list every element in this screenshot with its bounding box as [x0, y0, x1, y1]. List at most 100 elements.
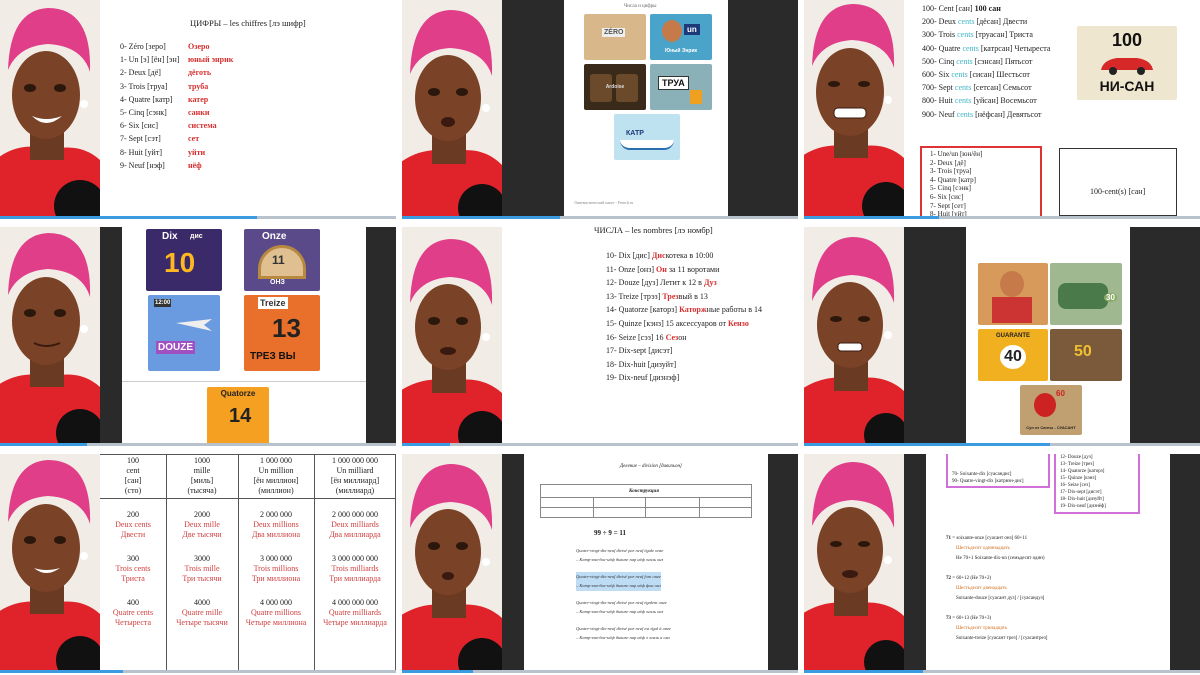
teen-association: Каторж	[679, 305, 707, 315]
construction-table: Конструкция	[540, 484, 752, 518]
hundreds-russian: [дёсан] Двести	[974, 17, 1028, 27]
french-cell: Trois cents	[115, 564, 151, 573]
teen-association: Дис	[651, 251, 666, 260]
french-cell: Quatre millions	[251, 608, 301, 617]
hundreds-french: 600- Six	[922, 70, 952, 79]
box-row: 17- Dix-sept [дисэт]	[1060, 490, 1102, 495]
document-page: ЦИФРЫ – les chiffres [лэ шифр] 0- Zéro […	[100, 0, 396, 216]
office-50-image: 50	[1050, 329, 1122, 381]
header-cell: [сан]	[124, 476, 142, 485]
division-line: – Катр-вэн-дис-нёф дивизе пар нёф э эгал…	[576, 635, 670, 640]
progress-fill	[0, 443, 88, 446]
reference-box-2: 12- Douze [дуз] 13- Treize [трез] 14- Quat…	[1054, 454, 1140, 514]
presenter-avatar	[804, 227, 904, 443]
video-progress-bar[interactable]	[804, 670, 1200, 673]
trua-image: ТРУА	[650, 64, 712, 110]
box-row: 12- Douze [дуз]	[1060, 455, 1093, 460]
teen-french: 12- Douze [дуз] Летит к 12 в	[606, 278, 704, 288]
box-row: 2- Deux [дё]	[930, 158, 966, 167]
frame-10-14-images[interactable]: Dix дис 10 Onze 11 ОНЗ 12:00 DOUZE Treiz…	[0, 227, 396, 446]
video-progress-bar[interactable]	[804, 443, 1200, 446]
hundreds-row: 300- Trois cents [труасан] Триста	[922, 30, 1033, 40]
frame-number-images[interactable]: Числа и цифры ZÉRO un Юный Энрик Ardoise…	[402, 0, 798, 219]
frame-large-numbers-table[interactable]: 100 cent [сан] (сто) 1000 mille [миль] (тысяча)…	[0, 454, 396, 673]
box-row: 15- Quinze [кэнз]	[1060, 476, 1097, 481]
teen-association: Дуз	[703, 278, 717, 288]
presenter-avatar	[0, 0, 100, 216]
hundreds-cents: cents	[951, 70, 968, 79]
french-cell: Deux cents	[115, 520, 151, 529]
progress-fill	[0, 216, 258, 219]
video-progress-bar[interactable]	[402, 670, 798, 673]
frame-tens-images[interactable]: 30 GUARANTE 40 50 60 Суп от Санты - СУАС…	[804, 227, 1200, 446]
number-french: 6- Six [сис]	[120, 121, 159, 131]
video-progress-bar[interactable]	[0, 443, 396, 446]
hundreds-row: 500- Cinq cents [сэнсан] Пятьсот	[922, 57, 1032, 67]
number-association: нёф	[188, 160, 202, 170]
header-cell: [миль]	[190, 476, 214, 485]
progress-fill	[402, 216, 561, 219]
frame-seventies[interactable]: 70- Soixante-dix [суасандис] 90- Quatre-v…	[804, 454, 1200, 673]
video-progress-bar[interactable]	[804, 216, 1200, 219]
number-association: санки	[188, 108, 210, 117]
section-eq: = soixante-onze [суасант онз] 60+11	[951, 536, 1028, 541]
presenter-avatar	[402, 454, 502, 670]
frame-numbers-10-19[interactable]: ЧИСЛА – les nombres [лэ номбр] 10- Dix […	[402, 227, 798, 446]
teen-row: 15- Quinze [кэнз] 15 аксессуаров от Кенз…	[606, 319, 749, 329]
hundreds-russian: [труасан] Триста	[973, 30, 1033, 40]
video-progress-bar[interactable]	[0, 216, 396, 219]
number-french: 1- Un [э] [ён] [эн]	[120, 55, 180, 65]
number-cell: 4000	[194, 598, 210, 607]
teen-french: 15- Quinze [кэнз] 15 аксессуаров от	[606, 319, 728, 328]
teen-row: 13- Treize [трэз] Трезвый в 13	[606, 292, 708, 302]
frame-hundreds[interactable]: 100- Cent [сан] 100 сан 200- Deux cents […	[804, 0, 1200, 219]
division-line: – Катр-вэн-дис-нёф дивизе пар нёф фон он…	[576, 581, 661, 591]
section-note: Не 70+1 Soixante-dix-un (семьдесят один)	[956, 556, 1045, 561]
teen-row: 12- Douze [дуз] Летит к 12 в Дуз	[606, 278, 717, 288]
progress-fill	[804, 443, 1050, 446]
page-title: ЧИСЛА – les nombres [лэ номбр]	[594, 227, 713, 235]
frame-numbers-0-9[interactable]: ЦИФРЫ – les chiffres [лэ шифр] 0- Zéro […	[0, 0, 396, 219]
number-cell: 2 000 000 000	[332, 510, 378, 519]
header-cell: 1 000 000	[260, 456, 292, 465]
hundreds-row: 800- Huit cents [уйсан] Восемьсот	[922, 96, 1037, 106]
teen-french: 13- Treize [трэз]	[606, 291, 663, 301]
teen-rest: он	[678, 332, 687, 342]
teen-association: Сез	[665, 332, 679, 342]
number-cell: 2 000 000	[260, 510, 292, 519]
header-cell: (сто)	[124, 486, 142, 495]
russian-cell: Четыре тысячи	[176, 618, 228, 627]
teen-row: 18- Dix-huit [дизуйт]	[606, 360, 676, 370]
russian-cell: Три миллиона	[251, 574, 301, 583]
russian-cell: Два миллиарда	[329, 530, 381, 539]
french-cell: Trois mille	[184, 564, 220, 573]
number-cell: 3 000 000	[260, 554, 292, 563]
number-cell: 2000	[194, 510, 210, 519]
document-page: Dix дис 10 Onze 11 ОНЗ 12:00 DOUZE Treiz…	[122, 227, 366, 443]
santa-60-image: 60 Суп от Санты - СУАСАНТ	[1020, 385, 1082, 435]
teen-french: 18- Dix-huit [дизуйт]	[606, 359, 677, 369]
box-row: 70- Soixante-dix [суасандис]	[952, 472, 1012, 477]
box-row: 13- Treize [трез]	[1060, 462, 1094, 467]
header-cell: Un milliard	[336, 466, 374, 475]
progress-fill	[804, 216, 939, 219]
viewer-background	[366, 227, 396, 443]
video-progress-bar[interactable]	[402, 443, 798, 446]
hundreds-russian: [сэнсан] Пятьсот	[972, 56, 1033, 66]
russian-cell: Двести	[120, 530, 146, 539]
number-association: система	[188, 121, 217, 131]
hundreds-french: 300- Trois	[922, 30, 958, 40]
car-30-image: 30	[1050, 263, 1122, 325]
frame-division[interactable]: Деление – division [дивизьон] Конструкци…	[402, 454, 798, 673]
quatorze-image: Quatorze 14	[207, 387, 269, 443]
teen-row: 17- Dix-sept [дисэт]	[606, 346, 672, 356]
header-cell: mille	[193, 466, 211, 475]
teen-rest: ные работы в 14	[706, 305, 763, 315]
french-cell: Deux milliards	[331, 520, 379, 529]
video-progress-bar[interactable]	[402, 216, 798, 219]
video-progress-bar[interactable]	[0, 670, 396, 673]
teen-rest: вый в 13	[678, 291, 708, 301]
french-cell: Quatre mille	[181, 608, 223, 617]
header-cell: (тысяча)	[187, 486, 217, 495]
header-cell: 100	[127, 456, 139, 465]
